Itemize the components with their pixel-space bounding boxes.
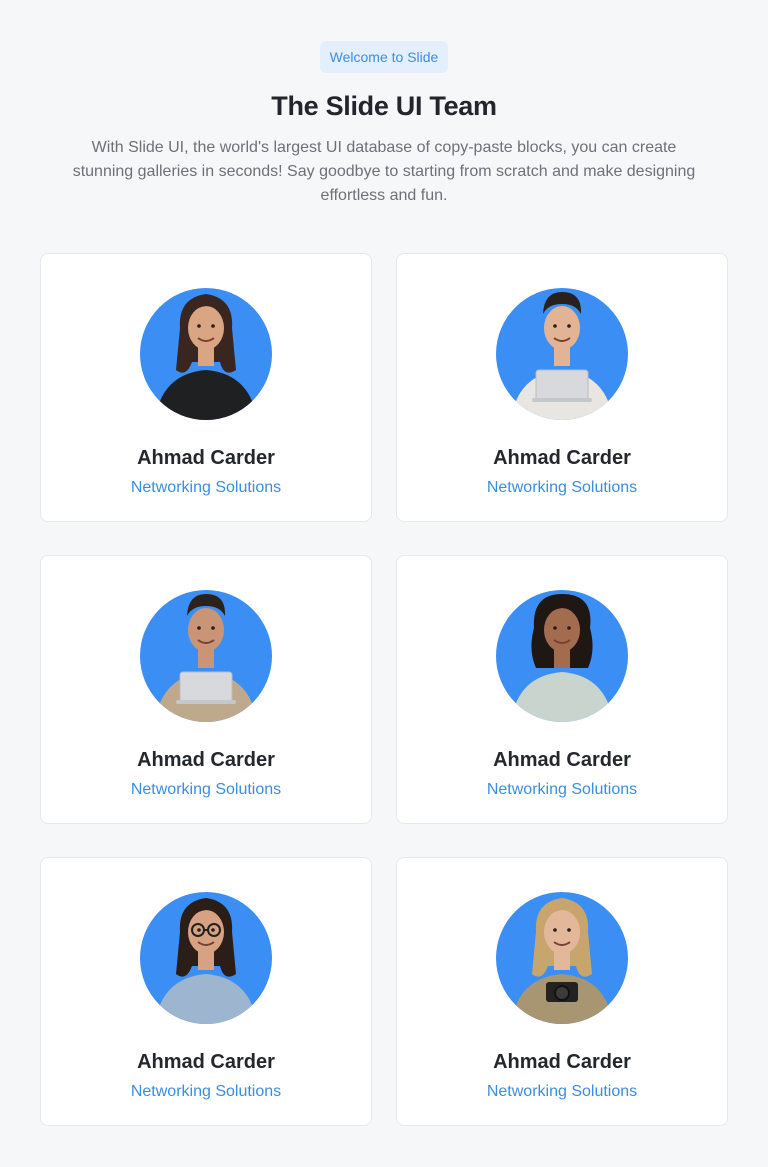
- member-name: Ahmad Carder: [493, 749, 631, 771]
- welcome-badge: Welcome to Slide: [319, 41, 449, 73]
- member-photo: [496, 278, 628, 420]
- member-name: Ahmad Carder: [493, 447, 631, 469]
- team-member-card: Ahmad Carder Networking Solutions: [396, 253, 728, 522]
- member-photo: [140, 882, 272, 1024]
- member-role: Networking Solutions: [486, 781, 638, 798]
- member-photo: [140, 278, 272, 420]
- team-member-card: Ahmad Carder Networking Solutions: [40, 555, 372, 824]
- team-member-card: Ahmad Carder Networking Solutions: [40, 857, 372, 1126]
- member-name: Ahmad Carder: [137, 447, 275, 469]
- member-role: Networking Solutions: [130, 479, 282, 496]
- team-member-card: Ahmad Carder Networking Solutions: [396, 857, 728, 1126]
- page-title: The Slide UI Team: [271, 91, 497, 121]
- member-photo: [496, 580, 628, 722]
- member-name: Ahmad Carder: [137, 749, 275, 771]
- member-role: Networking Solutions: [130, 781, 282, 798]
- member-photo: [496, 882, 628, 1024]
- member-role: Networking Solutions: [130, 1083, 282, 1100]
- page-description: With Slide UI, the world's largest UI da…: [72, 139, 696, 204]
- member-role: Networking Solutions: [486, 1083, 638, 1100]
- member-role: Networking Solutions: [486, 479, 638, 496]
- member-name: Ahmad Carder: [137, 1051, 275, 1073]
- team-member-card: Ahmad Carder Networking Solutions: [40, 253, 372, 522]
- member-photo: [140, 580, 272, 722]
- team-section: Welcome to Slide The Slide UI Team With …: [0, 0, 768, 1167]
- team-grid: Ahmad Carder Networking Solutions Ahmad …: [40, 253, 728, 1126]
- section-header: Welcome to Slide The Slide UI Team With …: [0, 41, 768, 208]
- team-member-card: Ahmad Carder Networking Solutions: [396, 555, 728, 824]
- member-name: Ahmad Carder: [493, 1051, 631, 1073]
